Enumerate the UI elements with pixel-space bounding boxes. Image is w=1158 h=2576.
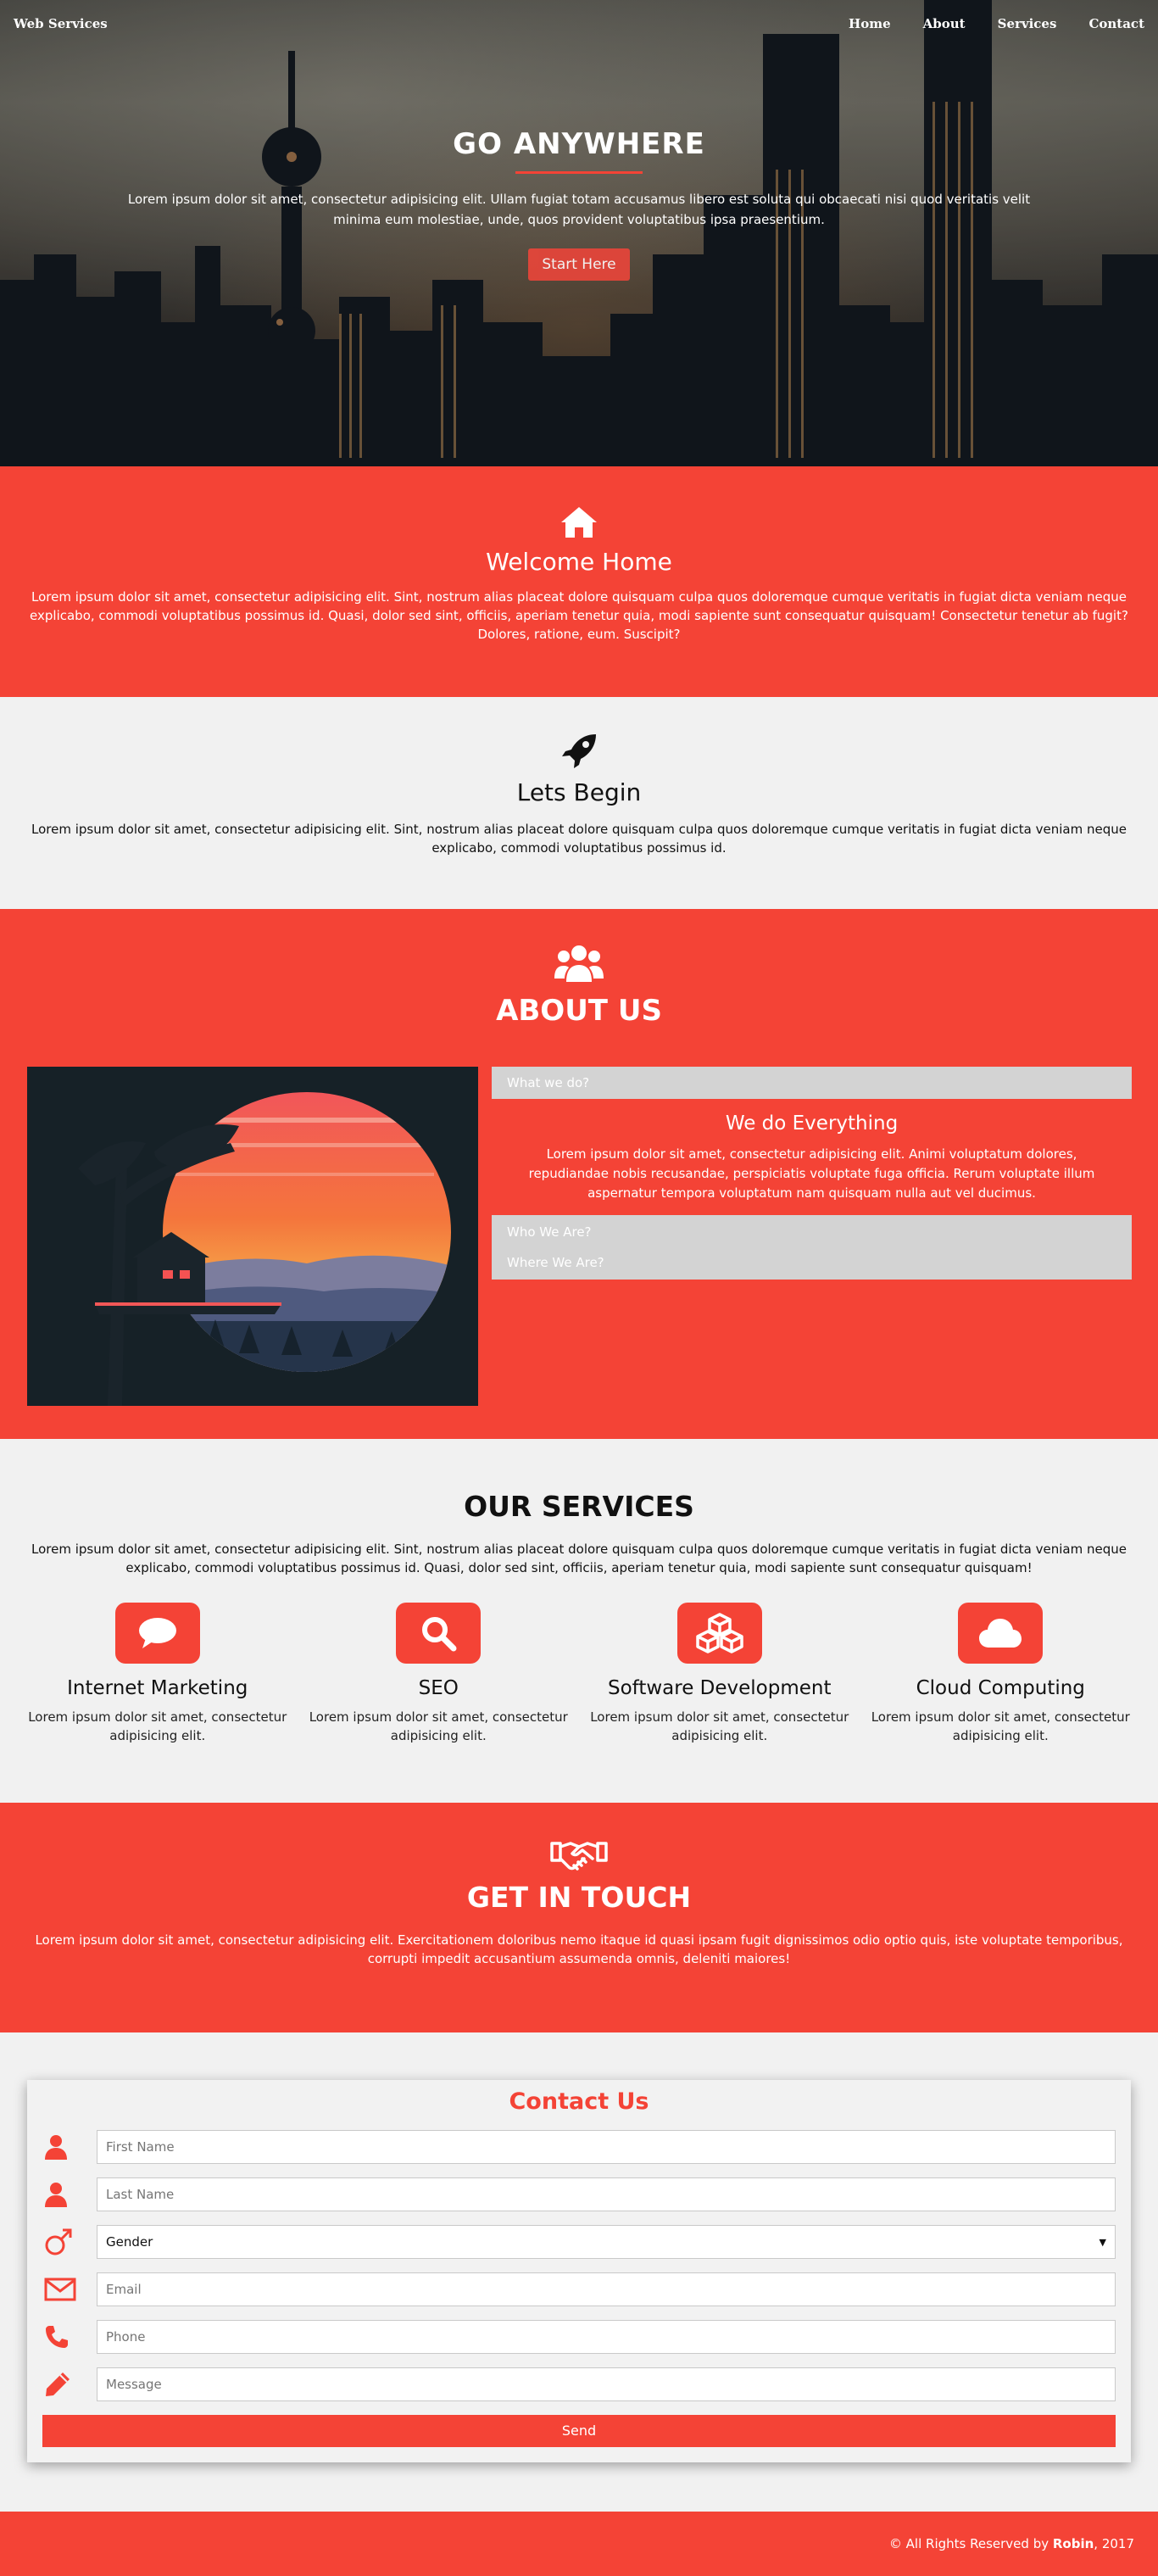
services-section: OUR SERVICES Lorem ipsum dolor sit amet,… xyxy=(0,1439,1158,1803)
get-in-touch-section: GET IN TOUCH Lorem ipsum dolor sit amet,… xyxy=(0,1803,1158,2032)
service-grid: Internet Marketing Lorem ipsum dolor sit… xyxy=(0,1603,1158,1745)
nav-link-about[interactable]: About xyxy=(923,16,966,31)
envelope-icon xyxy=(44,2278,76,2301)
pencil-icon xyxy=(46,2372,70,2396)
begin-title: Lets Begin xyxy=(516,778,642,806)
form-row-gender: Gender ▼ xyxy=(42,2218,1116,2266)
handshake-icon xyxy=(550,1842,608,1871)
service-tile xyxy=(114,1603,200,1664)
service-tile xyxy=(958,1603,1044,1664)
service-text: Lorem ipsum dolor sit amet, consectetur … xyxy=(28,1709,287,1743)
hero-content: GO ANYWHERE Lorem ipsum dolor sit amet, … xyxy=(0,127,1158,281)
contact-form: Contact Us First Name Last Name Gender ▼… xyxy=(27,2080,1131,2462)
hero-text: Lorem ipsum dolor sit amet, consectetur … xyxy=(127,192,1031,227)
service-card[interactable]: Cloud Computing Lorem ipsum dolor sit am… xyxy=(865,1603,1136,1745)
footer-prefix: © All Rights Reserved by xyxy=(888,2536,1053,2551)
nav-links: Home About Services Contact xyxy=(816,16,1144,31)
service-title: Cloud Computing xyxy=(916,1677,1085,1699)
about-title: ABOUT US xyxy=(496,994,662,1028)
welcome-section: Welcome Home Lorem ipsum dolor sit amet,… xyxy=(0,466,1158,697)
phone-input[interactable] xyxy=(97,2320,1116,2354)
begin-text: Lorem ipsum dolor sit amet, consectetur … xyxy=(31,822,1127,856)
contact-section: Contact Us First Name Last Name Gender ▼… xyxy=(0,2032,1158,2512)
gender-select[interactable]: Gender ▼ xyxy=(97,2225,1116,2259)
gender-select-value: Gender xyxy=(106,2234,153,2250)
service-title: SEO xyxy=(418,1677,459,1699)
footer-copyright: © All Rights Reserved by Robin, 2017 xyxy=(889,2536,1134,2551)
first-name-input[interactable] xyxy=(97,2130,1116,2164)
service-tile xyxy=(676,1603,762,1664)
welcome-title: Welcome Home xyxy=(486,548,672,576)
home-icon xyxy=(561,507,597,538)
cloud-icon xyxy=(979,1619,1022,1648)
cubes-icon xyxy=(696,1613,743,1653)
accordion-where-we-are[interactable]: Where We Are? xyxy=(492,1247,1132,1278)
message-input[interactable] xyxy=(97,2367,1116,2401)
about-accordion: What we do? We do Everything Lorem ipsum… xyxy=(492,1067,1132,1280)
search-icon xyxy=(422,1617,457,1652)
begin-section: Lets Begin Lorem ipsum dolor sit amet, c… xyxy=(0,697,1158,909)
form-row-first-name xyxy=(42,2123,1116,2171)
last-name-input[interactable] xyxy=(97,2177,1116,2211)
chat-icon xyxy=(138,1618,176,1648)
form-row-last-name xyxy=(42,2171,1116,2218)
accordion-panel-text: Lorem ipsum dolor sit amet, consectetur … xyxy=(528,1146,1095,1201)
service-text: Lorem ipsum dolor sit amet, consectetur … xyxy=(871,1709,1130,1743)
email-input[interactable] xyxy=(97,2272,1116,2306)
navbar: Web Services Home About Services Contact xyxy=(0,0,1158,47)
accordion-collapsed-group: Who We Are? Where We Are? xyxy=(492,1215,1132,1280)
treehouse-illustration xyxy=(27,1067,478,1406)
service-card[interactable]: SEO Lorem ipsum dolor sit amet, consecte… xyxy=(303,1603,574,1745)
hero-underline xyxy=(515,171,643,174)
touch-text: Lorem ipsum dolor sit amet, consectetur … xyxy=(35,1932,1123,1966)
hero-section: Web Services Home About Services Contact… xyxy=(0,0,1158,466)
service-tile xyxy=(396,1603,482,1664)
services-text: Lorem ipsum dolor sit amet, consectetur … xyxy=(31,1542,1127,1575)
users-icon xyxy=(554,945,604,982)
service-title: Software Development xyxy=(607,1677,832,1699)
accordion-panel: We do Everything Lorem ipsum dolor sit a… xyxy=(492,1099,1132,1215)
send-button[interactable]: Send xyxy=(42,2415,1116,2447)
nav-link-services[interactable]: Services xyxy=(998,16,1057,31)
brand-logo[interactable]: Web Services xyxy=(14,16,108,31)
form-row-phone xyxy=(42,2313,1116,2361)
footer-suffix: , 2017 xyxy=(1094,2536,1134,2551)
accordion-panel-title: We do Everything xyxy=(725,1112,899,1135)
hero-title: GO ANYWHERE xyxy=(453,127,705,161)
service-card[interactable]: Internet Marketing Lorem ipsum dolor sit… xyxy=(22,1603,293,1745)
about-section: ABOUT US What we do? We do Everything Lo… xyxy=(0,909,1158,1439)
service-text: Lorem ipsum dolor sit amet, consectetur … xyxy=(590,1709,849,1743)
phone-icon xyxy=(46,2326,68,2348)
form-row-message xyxy=(42,2361,1116,2408)
user-icon xyxy=(45,2135,67,2160)
service-card[interactable]: Software Development Lorem ipsum dolor s… xyxy=(584,1603,855,1745)
welcome-text: Lorem ipsum dolor sit amet, consectetur … xyxy=(30,589,1128,642)
rocket-icon xyxy=(562,734,596,768)
services-title: OUR SERVICES xyxy=(464,1490,694,1523)
male-symbol-icon xyxy=(45,2228,72,2255)
touch-title: GET IN TOUCH xyxy=(466,1881,692,1914)
nav-link-home[interactable]: Home xyxy=(849,16,891,31)
accordion-what-we-do[interactable]: What we do? xyxy=(492,1067,1132,1099)
start-here-button[interactable]: Start Here xyxy=(528,248,630,281)
form-row-email xyxy=(42,2266,1116,2313)
accordion-who-we-are[interactable]: Who We Are? xyxy=(492,1217,1132,1247)
service-title: Internet Marketing xyxy=(67,1677,248,1699)
dropdown-arrow-icon: ▼ xyxy=(1099,2236,1106,2248)
service-text: Lorem ipsum dolor sit amet, consectetur … xyxy=(309,1709,568,1743)
footer-author: Robin xyxy=(1052,2536,1094,2551)
footer: © All Rights Reserved by Robin, 2017 xyxy=(0,2512,1158,2576)
user-icon xyxy=(45,2183,67,2207)
nav-link-contact[interactable]: Contact xyxy=(1088,16,1144,31)
contact-title: Contact Us xyxy=(509,2088,649,2115)
